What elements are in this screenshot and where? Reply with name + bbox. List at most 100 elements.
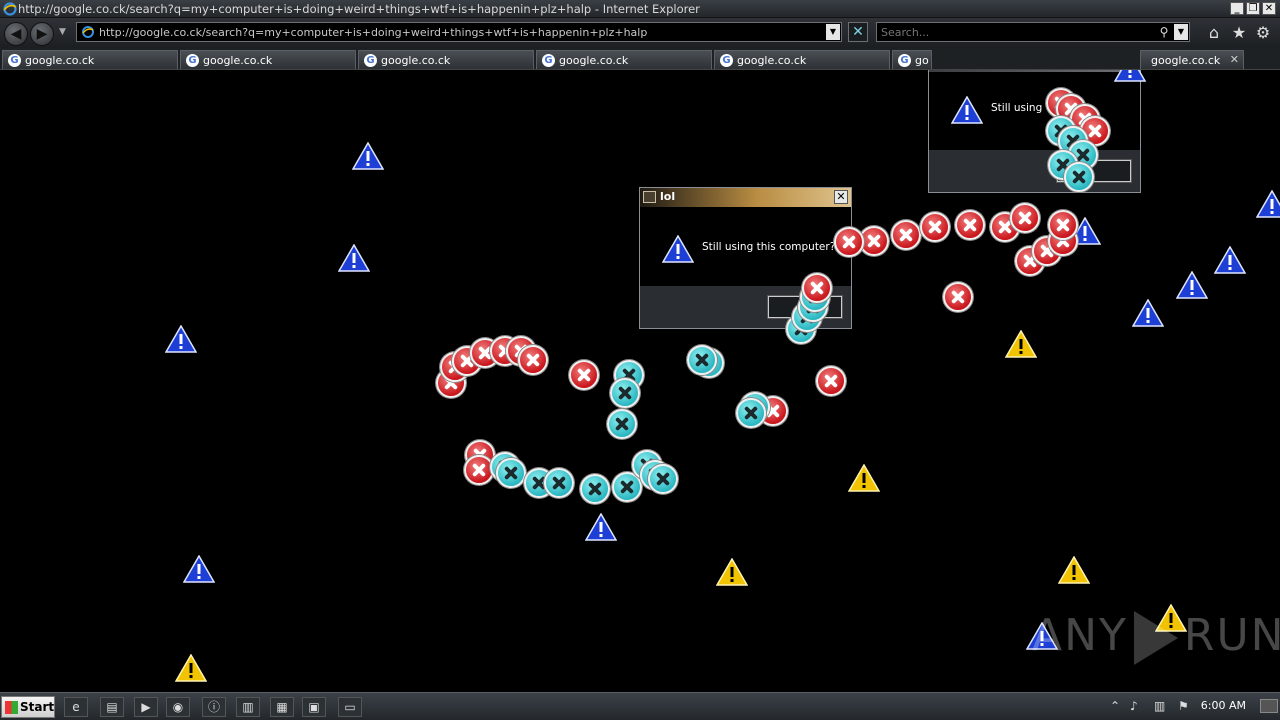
history-dropdown-icon[interactable]: ▼ bbox=[59, 27, 66, 37]
volume-icon[interactable]: ♪ bbox=[1130, 699, 1138, 713]
window-title: http://google.co.ck/search?q=my+computer… bbox=[18, 2, 700, 16]
tab-label: google.co.ck bbox=[25, 54, 95, 67]
start-button[interactable]: Start bbox=[1, 696, 55, 718]
stop-button[interactable]: ✕ bbox=[848, 22, 868, 42]
red-error-icon bbox=[569, 360, 599, 390]
search-box[interactable]: ⚲ ▼ bbox=[876, 22, 1190, 42]
blue-warning-icon bbox=[352, 142, 384, 170]
favorites-star-icon[interactable]: ★ bbox=[1230, 24, 1248, 42]
taskbar-book-icon[interactable]: ▥ bbox=[236, 697, 260, 717]
yellow-warning-icon bbox=[848, 464, 880, 492]
red-error-icon bbox=[920, 212, 950, 242]
action-center-flag-icon[interactable]: ⚑ bbox=[1178, 699, 1189, 713]
taskbar-ie-icon[interactable]: e bbox=[64, 697, 88, 717]
red-error-icon bbox=[518, 345, 548, 375]
network-tray-icon[interactable]: ▥ bbox=[1154, 699, 1165, 713]
red-error-icon bbox=[1010, 203, 1040, 233]
red-error-icon bbox=[802, 273, 832, 303]
blue-warning-icon bbox=[1176, 271, 1208, 299]
red-error-icon bbox=[891, 220, 921, 250]
navigation-bar: ◀ ▶ ▼ http://google.co.ck/search?q=my+co… bbox=[0, 18, 1280, 48]
tab-google-5[interactable]: G google.co.ck bbox=[714, 50, 890, 69]
tab-label: google.co.ck bbox=[559, 54, 629, 67]
tab-google-1[interactable]: G google.co.ck bbox=[2, 50, 178, 69]
red-error-icon bbox=[955, 210, 985, 240]
watermark-left-text: ANY bbox=[1032, 610, 1128, 661]
google-favicon-icon: G bbox=[186, 54, 199, 67]
dialog-close-button[interactable]: ✕ bbox=[834, 190, 848, 204]
tab-google-active[interactable]: google.co.ck ✕ bbox=[1140, 50, 1244, 69]
dialog-footer bbox=[929, 150, 1140, 192]
tab-label: google.co.ck bbox=[203, 54, 273, 67]
red-error-icon bbox=[1048, 210, 1078, 240]
taskbar-calculator-icon[interactable]: ▣ bbox=[302, 697, 326, 717]
tab-label: google.co.ck bbox=[381, 54, 451, 67]
blue-warning-icon bbox=[1132, 299, 1164, 327]
tray-arrow-icon[interactable]: ⌃ bbox=[1110, 699, 1120, 713]
tab-google-2[interactable]: G google.co.ck bbox=[180, 50, 356, 69]
taskbar-chrome-icon[interactable]: ◉ bbox=[166, 697, 190, 717]
show-desktop-button[interactable] bbox=[1260, 699, 1278, 713]
teal-error-icon bbox=[610, 378, 640, 408]
restore-button[interactable]: ❐ bbox=[1246, 2, 1260, 15]
google-favicon-icon: G bbox=[364, 54, 377, 67]
google-favicon-icon: G bbox=[898, 54, 911, 67]
tab-label: go bbox=[915, 54, 929, 67]
search-input[interactable] bbox=[879, 24, 1149, 40]
taskbar: Start e ▤ ▶ ◉ ⓘ ▥ ▦ ▣ ▭ ⌃ ♪ ▥ ⚑ 6:00 AM bbox=[0, 692, 1280, 720]
address-url[interactable]: http://google.co.ck/search?q=my+computer… bbox=[99, 26, 647, 39]
yellow-warning-icon bbox=[1058, 556, 1090, 584]
close-window-button[interactable]: ✕ bbox=[1262, 2, 1276, 15]
teal-error-icon bbox=[496, 458, 526, 488]
blue-warning-icon bbox=[951, 96, 983, 124]
forward-button[interactable]: ▶ bbox=[30, 22, 54, 46]
back-button[interactable]: ◀ bbox=[4, 22, 28, 46]
internet-explorer-icon bbox=[3, 2, 17, 16]
dialog-body: Still using bbox=[929, 72, 1140, 152]
google-favicon-icon: G bbox=[8, 54, 21, 67]
taskbar-network-icon[interactable]: ▦ bbox=[270, 697, 294, 717]
play-icon bbox=[1133, 611, 1178, 665]
tab-google-4[interactable]: G google.co.ck bbox=[536, 50, 712, 69]
google-favicon-icon: G bbox=[542, 54, 555, 67]
tab-label: google.co.ck bbox=[737, 54, 807, 67]
windows-flag-icon bbox=[5, 701, 18, 714]
ie-page-icon bbox=[82, 26, 94, 38]
teal-error-icon bbox=[736, 398, 766, 428]
search-dropdown-icon[interactable]: ▼ bbox=[1174, 24, 1188, 40]
red-error-icon bbox=[816, 366, 846, 396]
red-error-icon bbox=[834, 227, 864, 257]
blue-warning-icon bbox=[1114, 70, 1146, 82]
blue-warning-icon bbox=[662, 235, 694, 263]
taskbar-explorer-icon[interactable]: ▤ bbox=[100, 697, 124, 717]
search-icon[interactable]: ⚲ bbox=[1157, 24, 1171, 40]
blue-warning-icon bbox=[165, 325, 197, 353]
dialog-message: Still using this computer? bbox=[702, 241, 836, 253]
home-icon[interactable]: ⌂ bbox=[1205, 24, 1223, 42]
yellow-warning-icon bbox=[1005, 330, 1037, 358]
tab-google-3[interactable]: G google.co.ck bbox=[358, 50, 534, 69]
gear-icon[interactable]: ⚙ bbox=[1254, 24, 1272, 42]
red-error-icon bbox=[943, 282, 973, 312]
teal-error-icon bbox=[544, 468, 574, 498]
teal-error-icon bbox=[648, 464, 678, 494]
taskbar-window-icon[interactable]: ▭ bbox=[338, 697, 362, 717]
blue-warning-icon bbox=[183, 555, 215, 583]
yellow-warning-icon bbox=[716, 558, 748, 586]
dialog-title: lol bbox=[660, 190, 676, 203]
watermark-right-text: RUN bbox=[1183, 610, 1280, 661]
tab-google-6[interactable]: G go bbox=[892, 50, 932, 69]
dialog-message: Still using bbox=[991, 102, 1043, 114]
address-dropdown-icon[interactable]: ▼ bbox=[826, 24, 840, 40]
window-title-bar: http://google.co.ck/search?q=my+computer… bbox=[0, 0, 1280, 18]
tab-close-icon[interactable]: ✕ bbox=[1230, 53, 1239, 66]
teal-error-icon bbox=[580, 474, 610, 504]
dialog-title-bar: lol ✕ bbox=[640, 188, 851, 207]
address-bar[interactable]: http://google.co.ck/search?q=my+computer… bbox=[76, 22, 842, 42]
taskbar-app-icon[interactable]: ⓘ bbox=[202, 697, 226, 717]
dialog-app-icon bbox=[643, 191, 656, 203]
blue-warning-icon bbox=[338, 244, 370, 272]
minimize-button[interactable]: _ bbox=[1230, 2, 1244, 15]
teal-error-icon bbox=[687, 345, 717, 375]
taskbar-media-player-icon[interactable]: ▶ bbox=[134, 697, 158, 717]
